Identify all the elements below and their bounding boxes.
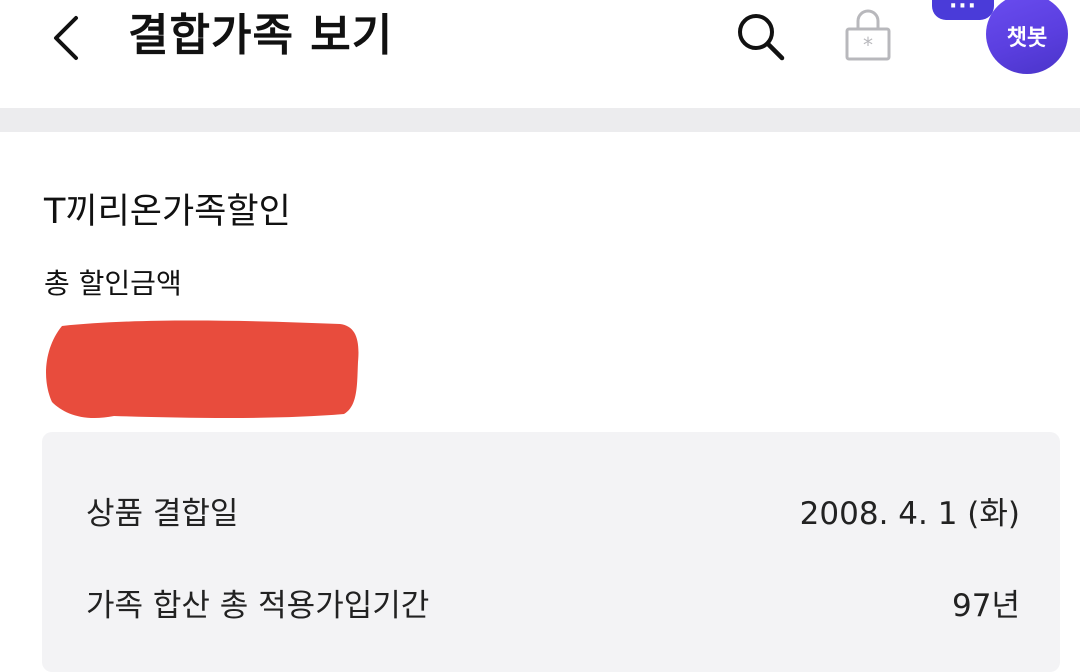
detail-value: 97년 [952, 588, 1020, 624]
svg-text:*: * [863, 33, 873, 57]
detail-label: 가족 합산 총 적용가입기간 [86, 588, 430, 624]
detail-label: 상품 결합일 [86, 496, 239, 532]
total-discount-label: 총 할인금액 [44, 267, 182, 300]
chatbot-button[interactable]: 챗봇 [986, 0, 1068, 74]
lock-icon: * [845, 9, 891, 61]
back-button[interactable] [40, 12, 92, 64]
detail-row: 가족 합산 총 적용가입기간 97년 [42, 576, 1060, 636]
redacted-amount [46, 320, 359, 419]
detail-row: 상품 결합일 2008. 4. 1 (화) [42, 484, 1060, 544]
chatbot-badge: ··· [932, 0, 994, 20]
plan-name: T끼리온가족할인 [44, 192, 291, 232]
detail-value: 2008. 4. 1 (화) [799, 496, 1020, 532]
chevron-left-icon [54, 16, 78, 60]
search-icon [738, 14, 785, 61]
page-title: 결합가족 보기 [128, 10, 394, 61]
lock-button[interactable]: * [838, 6, 898, 64]
top-app-bar: 결합가족 보기 * 챗봇 ··· [0, 0, 1080, 108]
chatbot-label: 챗봇 [1006, 26, 1048, 51]
details-card: 상품 결합일 2008. 4. 1 (화) 가족 합산 총 적용가입기간 97년 [42, 432, 1060, 672]
search-button[interactable] [730, 8, 790, 64]
section-divider [0, 108, 1080, 132]
